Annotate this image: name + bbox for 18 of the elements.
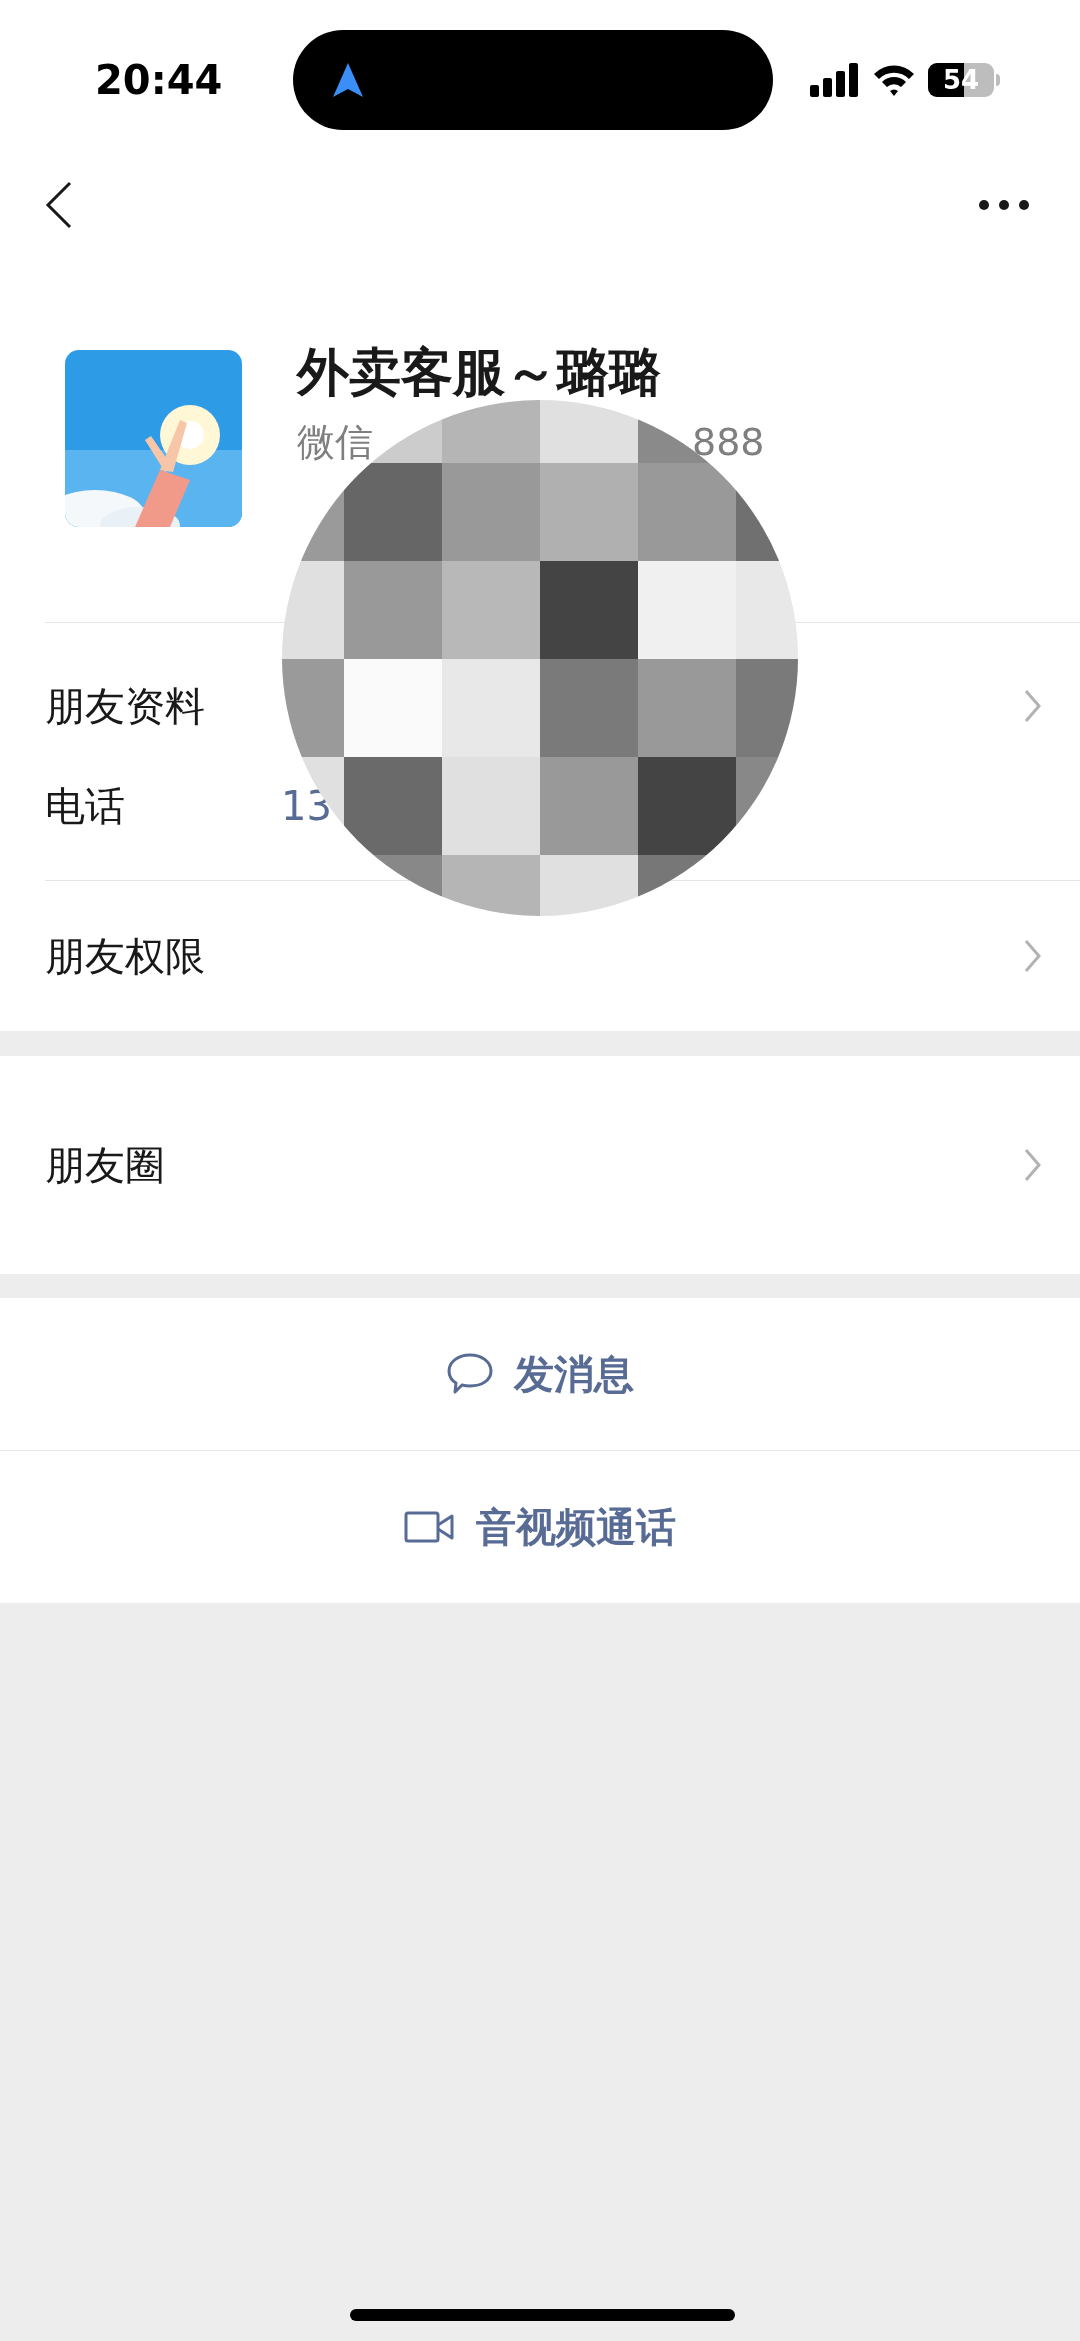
list-row[interactable]: 朋友权限 <box>0 906 1080 1006</box>
row-label: 电话 <box>45 782 126 831</box>
chevron-right-icon <box>1024 689 1042 723</box>
action-button[interactable]: 发消息 <box>0 1298 1080 1450</box>
status-time: 20:44 <box>95 56 224 105</box>
chevron-right-icon <box>1024 939 1042 973</box>
contact-name: 外卖客服～璐璐 <box>297 341 662 404</box>
wechat-id-label: 微信 <box>297 419 373 466</box>
chevron-right-icon <box>1024 1148 1042 1182</box>
back-icon[interactable] <box>45 181 73 229</box>
more-options-icon[interactable] <box>978 199 1030 211</box>
video-camera-icon <box>404 1511 456 1543</box>
signal-icon <box>810 63 860 97</box>
location-arrow-icon <box>330 61 365 99</box>
wechat-id-value: 888 <box>692 419 765 466</box>
action-button[interactable]: 音视频通话 <box>0 1451 1080 1603</box>
chat-bubble-icon <box>446 1352 494 1396</box>
wifi-icon <box>872 63 916 97</box>
